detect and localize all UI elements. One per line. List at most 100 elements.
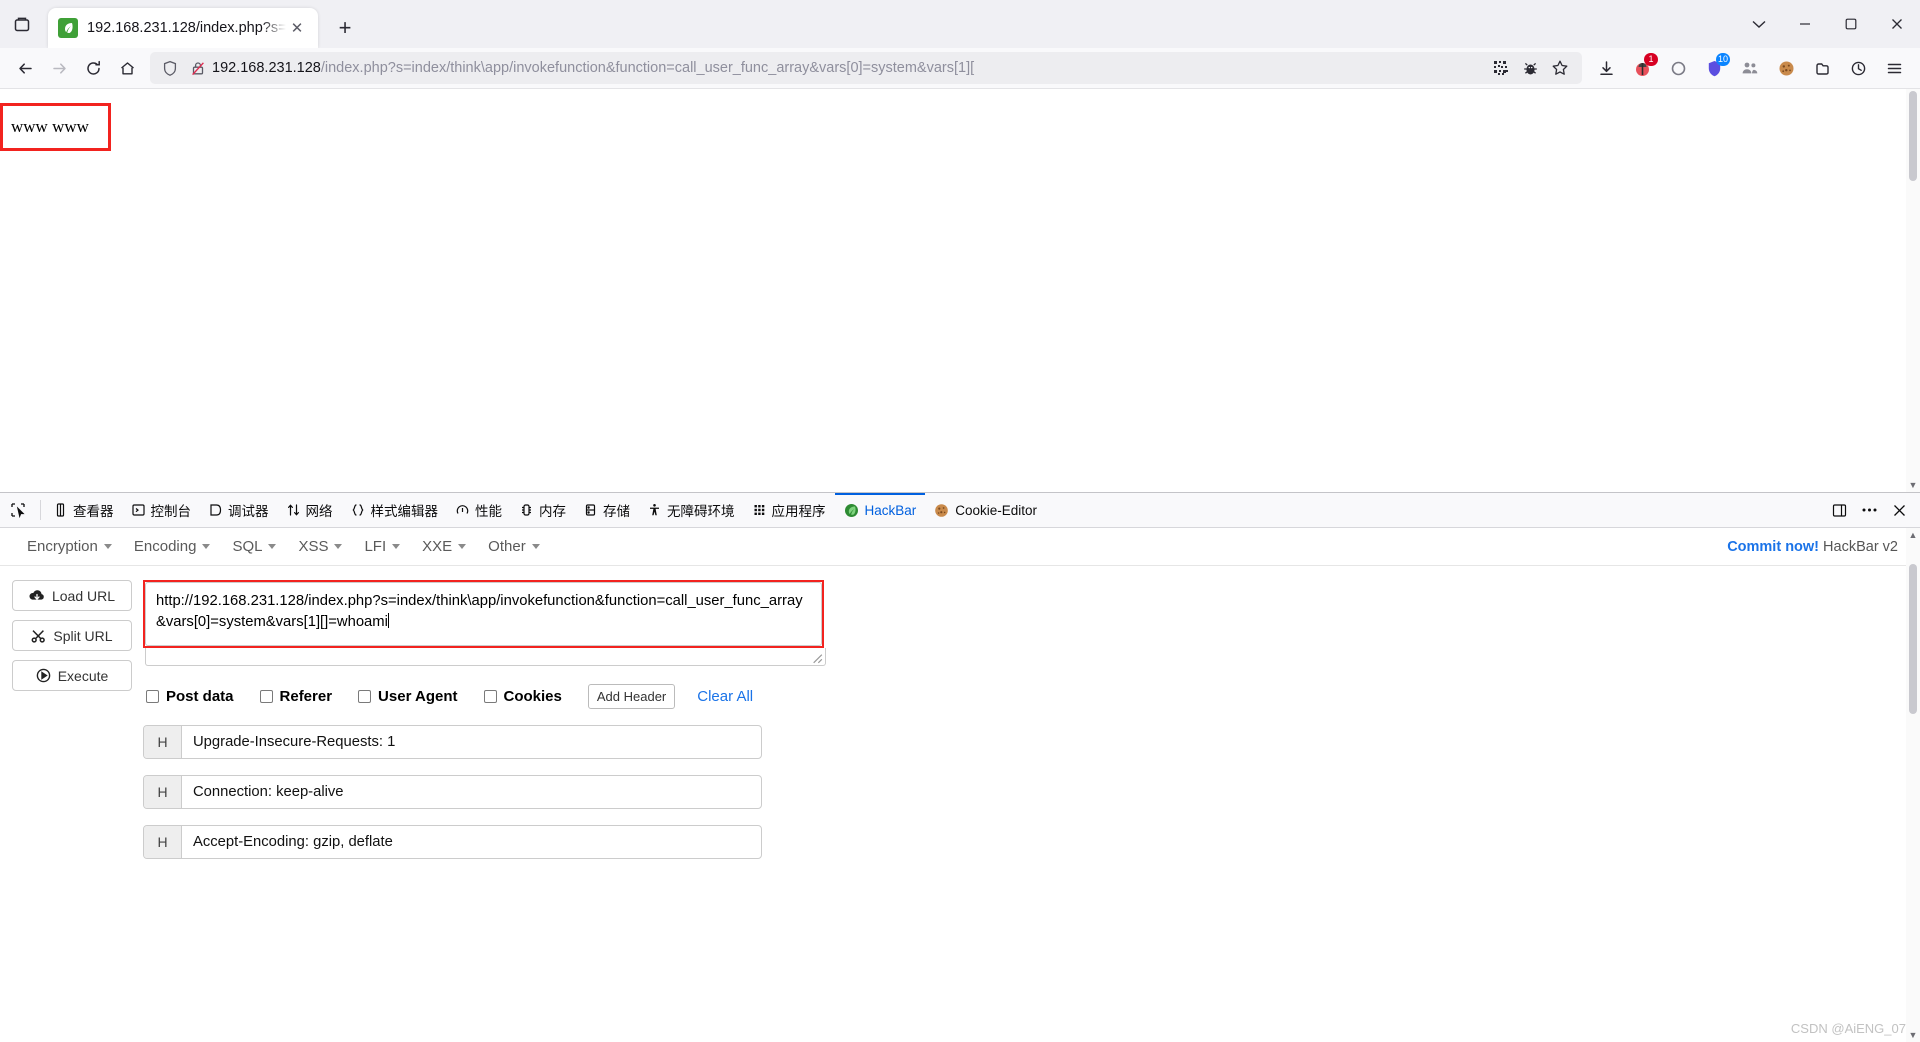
tab-label: 应用程序 (771, 504, 826, 519)
load-url-button[interactable]: Load URL (12, 580, 132, 611)
people-extension-icon[interactable] (1732, 52, 1768, 84)
hackbar-menu-encryption[interactable]: Encryption (16, 534, 123, 559)
url-input[interactable]: 192.168.231.128/index.php?s=index/think\… (212, 52, 1487, 84)
devtools-tab-memory[interactable]: 内存 (511, 493, 575, 527)
debugger-icon (209, 503, 222, 517)
split-url-button[interactable]: Split URL (12, 620, 132, 651)
hackbar-menu-sql[interactable]: SQL (221, 534, 287, 559)
url-host: 192.168.231.128 (212, 60, 321, 76)
user-agent-checkbox[interactable]: User Agent (358, 688, 458, 705)
bug-hackbar-icon[interactable] (1516, 54, 1545, 82)
scroll-down-arrow[interactable]: ▼ (1907, 1028, 1919, 1042)
execute-button[interactable]: Execute (12, 660, 132, 691)
devtools-tab-console[interactable]: 控制台 (123, 493, 201, 527)
hackbar-menu-xss[interactable]: XSS (287, 534, 353, 559)
commit-now-link[interactable]: Commit now! (1727, 539, 1819, 555)
minimize-button[interactable] (1782, 0, 1828, 48)
header-value-input[interactable]: Upgrade-Insecure-Requests: 1 (182, 726, 761, 758)
new-tab-button[interactable]: + (328, 11, 362, 45)
browser-tab[interactable]: 192.168.231.128/index.php?s= ✕ (48, 8, 318, 48)
post-data-checkbox[interactable]: Post data (146, 688, 234, 705)
devtools-tab-cookie-editor[interactable]: Cookie-Editor (925, 493, 1046, 527)
downloads-icon[interactable] (1588, 52, 1624, 84)
command-output-highlight: www www (0, 103, 111, 151)
add-header-button[interactable]: Add Header (587, 684, 676, 709)
devtools-meatball-menu-icon[interactable] (1854, 493, 1884, 528)
hackbar-action-buttons: Load URL Split URL Execute (0, 580, 132, 875)
hackbar-menu-encoding[interactable]: Encoding (123, 534, 222, 559)
firefox-view-icon[interactable] (0, 0, 44, 48)
checkbox-box[interactable] (259, 690, 273, 703)
devtools-tab-performance[interactable]: 性能 (447, 493, 511, 527)
hackbar-url-resize-area[interactable] (145, 648, 826, 666)
qr-code-icon[interactable] (1487, 54, 1516, 82)
cookie-editor-icon[interactable] (1768, 52, 1804, 84)
cookies-checkbox[interactable]: Cookies (483, 688, 562, 705)
forward-button[interactable] (42, 52, 76, 84)
checkbox-box[interactable] (146, 690, 159, 703)
circle-extension-icon[interactable] (1660, 52, 1696, 84)
tab-label: 网络 (305, 504, 333, 519)
page-content: www www ▲ ▼ (0, 89, 1920, 492)
menu-label: XSS (298, 538, 329, 555)
scroll-up-arrow[interactable]: ▲ (1907, 528, 1919, 542)
header-row[interactable]: H Accept-Encoding: gzip, deflate (143, 825, 762, 859)
clear-all-button[interactable]: Clear All (697, 688, 753, 705)
checkbox-box[interactable] (483, 690, 497, 703)
history-icon[interactable] (1840, 52, 1876, 84)
shield-extension-icon[interactable]: 10 (1696, 52, 1732, 84)
devtools-tab-accessibility[interactable]: 无障碍环境 (639, 493, 744, 527)
browser-window: 192.168.231.128/index.php?s= ✕ + 192.168… (0, 0, 1920, 1042)
hackbar-menu-xxe[interactable]: XXE (411, 534, 477, 559)
devtools-tab-application[interactable]: 应用程序 (744, 493, 835, 527)
reload-button[interactable] (76, 52, 110, 84)
devtools-tab-hackbar[interactable]: HackBar (834, 493, 926, 527)
split-console-icon[interactable] (1824, 493, 1854, 528)
hackbar-headers-list: H Upgrade-Insecure-Requests: 1 H Connect… (143, 725, 1920, 859)
hackbar-scrollbar[interactable]: ▲ ▼ (1906, 528, 1920, 1042)
shield-icon[interactable] (156, 60, 184, 77)
hackbar-leaf-icon (844, 503, 859, 518)
style-editor-icon (351, 503, 365, 517)
list-all-tabs-button[interactable] (1736, 0, 1782, 48)
header-row[interactable]: H Upgrade-Insecure-Requests: 1 (143, 725, 762, 759)
app-menu-icon[interactable] (1876, 52, 1912, 84)
hackbar-url-input[interactable]: http://192.168.231.128/index.php?s=index… (145, 582, 822, 646)
tab-close-icon[interactable]: ✕ (286, 17, 308, 39)
element-picker-icon[interactable] (0, 493, 36, 527)
devtools-tab-network[interactable]: 网络 (278, 493, 342, 527)
devtools-tab-storage[interactable]: 存储 (575, 493, 639, 527)
tab-label: 样式编辑器 (370, 504, 439, 519)
close-window-button[interactable] (1874, 0, 1920, 48)
hackbar-extension-icon[interactable]: 1 (1624, 52, 1660, 84)
devtools-tab-inspector[interactable]: 查看器 (45, 493, 123, 527)
devtools-close-icon[interactable] (1884, 493, 1914, 528)
referer-checkbox[interactable]: Referer (259, 688, 332, 705)
scroll-down-arrow[interactable]: ▼ (1907, 478, 1919, 492)
tab-label: 调试器 (228, 504, 269, 519)
maximize-button[interactable] (1828, 0, 1874, 48)
header-value-input[interactable]: Accept-Encoding: gzip, deflate (182, 826, 761, 858)
hackbar-menu-other[interactable]: Other (477, 534, 551, 559)
menu-label: XXE (422, 538, 453, 555)
button-label: Load URL (51, 587, 116, 604)
home-icon[interactable] (110, 52, 144, 84)
memory-icon (520, 503, 533, 517)
navigation-toolbar: 192.168.231.128/index.php?s=index/think\… (0, 48, 1920, 89)
header-value-input[interactable]: Connection: keep-alive (182, 776, 761, 808)
chevron-down-icon (103, 544, 112, 549)
hackbar-scrollbar-thumb[interactable] (1909, 564, 1917, 714)
devtools-tab-style-editor[interactable]: 样式编辑器 (342, 493, 448, 527)
devtools-tab-debugger[interactable]: 调试器 (200, 493, 278, 527)
hackbar-menu-lfi[interactable]: LFI (353, 534, 411, 559)
lock-crossed-icon[interactable] (184, 60, 212, 77)
header-row[interactable]: H Connection: keep-alive (143, 775, 762, 809)
page-scrollbar-thumb[interactable] (1909, 91, 1917, 181)
watermark: CSDN @AiENG_07 (1790, 1021, 1906, 1036)
url-bar[interactable]: 192.168.231.128/index.php?s=index/think\… (150, 52, 1582, 84)
bookmark-star-icon[interactable] (1545, 54, 1574, 82)
checkbox-box[interactable] (358, 690, 372, 703)
back-button[interactable] (8, 52, 42, 84)
page-scrollbar[interactable]: ▲ ▼ (1906, 89, 1920, 492)
container-tabs-icon[interactable] (1804, 52, 1840, 84)
